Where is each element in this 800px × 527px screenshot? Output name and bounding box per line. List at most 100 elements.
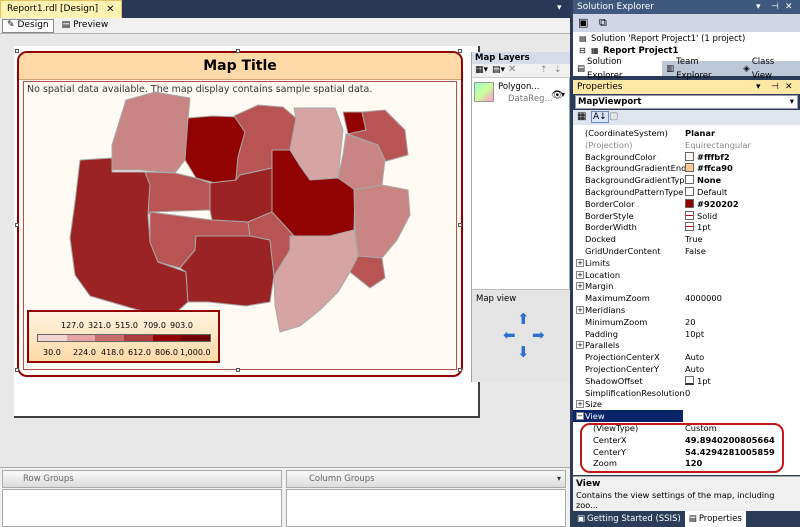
- property-row[interactable]: BorderWidth 1pt: [573, 221, 800, 233]
- property-value[interactable]: #fffbf2: [685, 151, 797, 163]
- groups-dropdown-icon[interactable]: ▾: [557, 474, 561, 483]
- tab-class-view[interactable]: ◈ Class View: [739, 57, 800, 81]
- map-region[interactable]: [184, 115, 246, 184]
- property-row[interactable]: ProjectionCenterY Auto: [573, 363, 800, 375]
- alphabetical-icon[interactable]: A↓: [591, 111, 609, 123]
- tab-solution-explorer[interactable]: ▤ Solution Explorer: [573, 57, 663, 81]
- properties-icon[interactable]: ▣: [578, 16, 588, 29]
- collapse-icon[interactable]: −: [576, 412, 584, 421]
- property-value[interactable]: 0: [685, 387, 797, 399]
- expand-icon[interactable]: +: [576, 282, 584, 291]
- property-row[interactable]: BackgroundGradientEndC #ffca90: [573, 162, 800, 174]
- add-layer-icon[interactable]: ▦▾: [475, 65, 488, 75]
- property-value[interactable]: 20: [685, 316, 797, 328]
- document-pin-icon[interactable]: ▾: [557, 3, 562, 13]
- pan-down-icon[interactable]: ⬇: [517, 343, 530, 361]
- property-row[interactable]: + Location: [573, 269, 800, 281]
- resize-handle[interactable]: [458, 368, 462, 372]
- row-groups-list[interactable]: [2, 489, 282, 527]
- delete-layer-icon[interactable]: ✕: [508, 64, 516, 75]
- move-up-icon[interactable]: ⇡: [540, 65, 548, 75]
- property-pages-icon[interactable]: ▢: [609, 111, 618, 122]
- resize-handle[interactable]: [15, 223, 19, 227]
- column-groups-list[interactable]: [286, 489, 566, 527]
- property-row[interactable]: BackgroundGradientType None: [573, 174, 800, 186]
- property-value[interactable]: True: [685, 233, 797, 245]
- autohide-icon[interactable]: ⊣: [771, 0, 779, 14]
- expand-icon[interactable]: +: [576, 258, 584, 267]
- layer-options-icon[interactable]: ▤▾: [492, 65, 505, 75]
- property-row[interactable]: BorderStyle Solid: [573, 210, 800, 222]
- property-row[interactable]: ShadowOffset 1pt: [573, 375, 800, 387]
- expand-icon[interactable]: +: [576, 270, 584, 279]
- pan-up-icon[interactable]: ⬆: [517, 310, 530, 328]
- property-row[interactable]: + Meridians: [573, 304, 800, 316]
- property-value[interactable]: Solid: [685, 210, 797, 222]
- close-icon[interactable]: ✕: [785, 80, 793, 94]
- property-value[interactable]: Planar: [685, 127, 797, 139]
- property-row[interactable]: + Size: [573, 398, 800, 410]
- property-row[interactable]: (CoordinateSystem) Planar: [573, 127, 800, 139]
- property-value[interactable]: #920202: [685, 198, 797, 210]
- map-legend[interactable]: 127.0 321.0 515.0 709.0 903.0 30.0 224.0…: [27, 310, 220, 363]
- property-value[interactable]: Auto: [685, 351, 797, 363]
- property-value[interactable]: 1pt: [685, 221, 797, 233]
- property-row[interactable]: GridUnderContent False: [573, 245, 800, 257]
- object-selector[interactable]: MapViewport ▾: [575, 95, 798, 109]
- expand-icon[interactable]: +: [576, 400, 584, 409]
- resize-handle[interactable]: [15, 368, 19, 372]
- property-row[interactable]: BorderColor #920202: [573, 198, 800, 210]
- property-row[interactable]: BackgroundPatternType Default: [573, 186, 800, 198]
- layer-dropdown-icon[interactable]: ▾: [561, 90, 565, 99]
- pin-icon[interactable]: ▾: [756, 80, 761, 94]
- tab-getting-started[interactable]: ▣ Getting Started (SSIS): [573, 511, 685, 527]
- resize-handle[interactable]: [458, 223, 462, 227]
- property-value[interactable]: Auto: [685, 363, 797, 375]
- property-value[interactable]: False: [685, 245, 797, 257]
- pan-right-icon[interactable]: ➡: [532, 326, 545, 344]
- resize-handle[interactable]: [15, 49, 19, 53]
- pin-icon[interactable]: ▾: [756, 0, 761, 14]
- property-row[interactable]: + Limits: [573, 257, 800, 269]
- row-groups-header[interactable]: Row Groups: [2, 470, 282, 488]
- map-region[interactable]: [349, 255, 386, 289]
- categorized-icon[interactable]: ▦: [577, 111, 586, 122]
- property-value[interactable]: Equirectangular: [685, 139, 797, 151]
- resize-handle[interactable]: [236, 49, 240, 53]
- resize-handle[interactable]: [236, 368, 240, 372]
- show-all-files-icon[interactable]: ⧉: [599, 16, 607, 30]
- property-row[interactable]: + Parallels: [573, 339, 800, 351]
- property-row[interactable]: BackgroundColor #fffbf2: [573, 151, 800, 163]
- property-row[interactable]: Padding 10pt: [573, 328, 800, 340]
- expand-icon[interactable]: +: [576, 341, 584, 350]
- property-row[interactable]: MaximumZoom 4000000: [573, 292, 800, 304]
- property-row[interactable]: + Margin: [573, 280, 800, 292]
- chevron-down-icon[interactable]: ▾: [790, 96, 794, 108]
- property-value[interactable]: 10pt: [685, 328, 797, 340]
- collapse-icon[interactable]: ⊟: [579, 46, 586, 55]
- close-icon[interactable]: ✕: [785, 0, 793, 14]
- column-groups-header[interactable]: Column Groups: [286, 470, 566, 488]
- property-value[interactable]: 1pt: [685, 375, 797, 387]
- property-value[interactable]: 4000000: [685, 292, 797, 304]
- property-value[interactable]: Default: [685, 186, 797, 198]
- tab-team-explorer[interactable]: ▥ Team Explorer: [662, 57, 739, 81]
- property-row[interactable]: (Projection) Equirectangular: [573, 139, 800, 151]
- move-down-icon[interactable]: ⇣: [554, 65, 562, 75]
- property-row[interactable]: Docked True: [573, 233, 800, 245]
- property-value[interactable]: None: [685, 174, 797, 186]
- property-row[interactable]: SimplificationResolution 0: [573, 387, 800, 399]
- autohide-icon[interactable]: ⊣: [771, 80, 779, 94]
- pan-left-icon[interactable]: ⬅: [503, 326, 516, 344]
- map-region[interactable]: [111, 91, 191, 174]
- layer-name[interactable]: Polygon...: [498, 82, 540, 92]
- resize-handle[interactable]: [458, 49, 462, 53]
- solution-node[interactable]: Solution 'Report Project1' (1 project): [591, 34, 745, 44]
- tab-properties[interactable]: ▤ Properties: [684, 511, 746, 527]
- property-row[interactable]: ProjectionCenterX Auto: [573, 351, 800, 363]
- expand-icon[interactable]: +: [576, 306, 584, 314]
- property-row[interactable]: MinimumZoom 20: [573, 316, 800, 328]
- property-value[interactable]: #ffca90: [685, 162, 797, 174]
- property-row[interactable]: − View: [573, 410, 800, 423]
- map-region[interactable]: [353, 184, 411, 259]
